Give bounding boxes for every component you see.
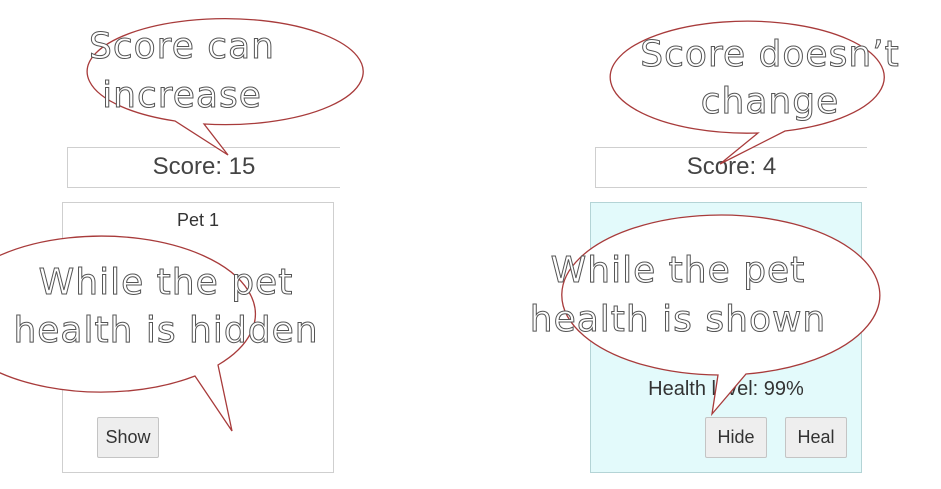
callout-score-no-change: Score doesn’t change: [609, 20, 899, 165]
callout-line: change: [701, 81, 840, 122]
callout-line: health is hidden: [13, 310, 318, 351]
callout-health-hidden: While the pet health is hidden: [0, 235, 318, 432]
callout-line: health is shown: [530, 299, 826, 340]
callout-line: Score doesn’t: [640, 34, 899, 75]
callout-line: Score can: [89, 26, 275, 67]
callout-health-shown: While the pet health is shown: [529, 214, 881, 417]
callout-overlay: Score can increase Score doesn’t change …: [0, 17, 899, 432]
callout-line: While the pet: [39, 262, 294, 303]
callout-line: While the pet: [551, 250, 806, 291]
callout-line: increase: [102, 75, 262, 116]
callout-score-increase: Score can increase: [86, 17, 364, 156]
